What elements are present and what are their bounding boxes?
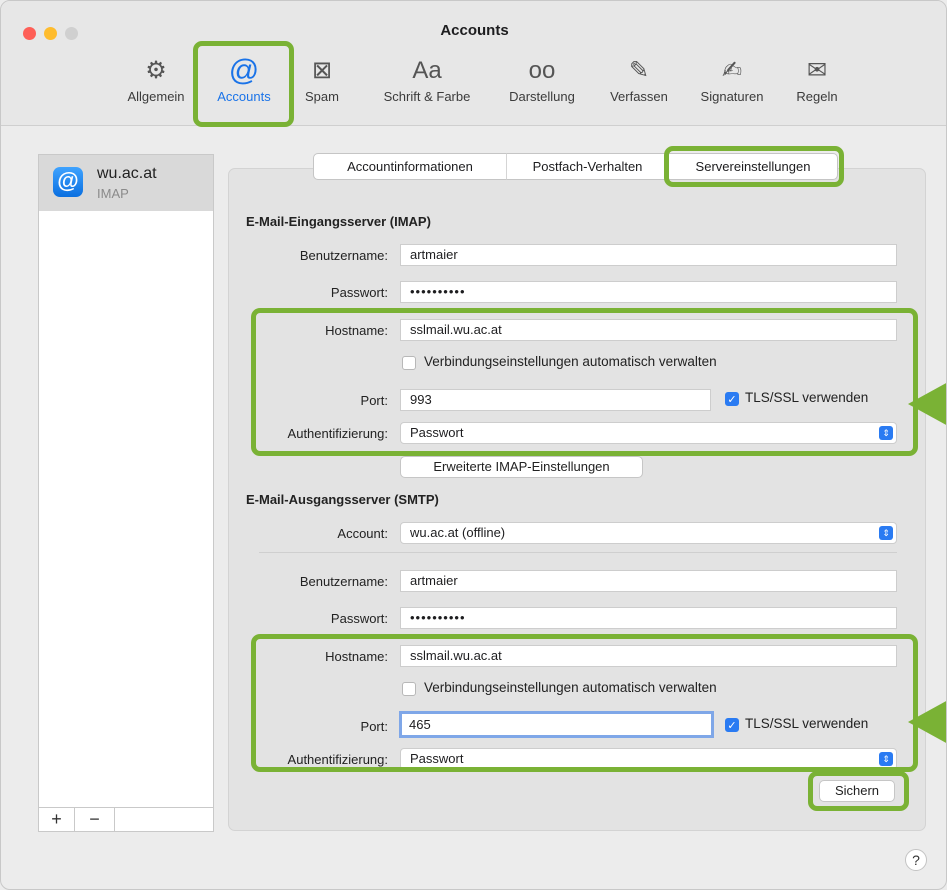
outgoing-auth-popup[interactable]: Passwort ⇕ [400,748,897,770]
incoming-auth-popup[interactable]: Passwort ⇕ [400,422,897,444]
title-toolbar: Accounts ⚙ Allgemein @ Accounts ⊠ Spam A… [1,1,946,126]
incoming-auto-manage-checkbox[interactable] [402,356,416,370]
signature-icon: ✍ [721,57,743,84]
incoming-hostname-label: Hostname: [325,323,388,338]
incoming-server-heading: E-Mail-Eingangsserver (IMAP) [246,214,431,229]
outgoing-auto-manage-label: Verbindungseinstellungen automatisch ver… [424,680,717,695]
outgoing-auth-value: Passwort [410,751,464,766]
toolbar-item-schrift-farbe[interactable]: Aa Schrift & Farbe [367,53,487,119]
remove-account-button[interactable]: − [75,808,115,832]
chevron-updown-icon: ⇕ [879,526,893,540]
toolbar-item-darstellung[interactable]: oo Darstellung [495,53,589,119]
toolbar-label: Allgemein [127,89,185,104]
outgoing-password-field[interactable]: •••••••••• [400,607,897,629]
toolbar-item-allgemein[interactable]: ⚙ Allgemein [116,53,196,119]
incoming-hostname-field[interactable]: sslmail.wu.ac.at [400,319,897,341]
toolbar-label: Regeln [796,89,838,104]
incoming-password-field[interactable]: •••••••••• [400,281,897,303]
outgoing-account-popup[interactable]: wu.ac.at (offline) ⇕ [400,522,897,544]
gear-icon: ⚙ [145,57,167,84]
compose-icon: ✎ [628,57,650,84]
tab-servereinstellungen[interactable]: Servereinstellungen [668,153,838,180]
incoming-port-label: Port: [360,393,388,408]
font-icon: Aa [412,57,442,84]
outgoing-auth-label: Authentifizierung: [287,752,388,767]
toolbar-item-accounts[interactable]: @ Accounts [202,53,286,119]
outgoing-hostname-field[interactable]: sslmail.wu.ac.at [400,645,897,667]
outgoing-port-field[interactable]: 465 [399,711,714,738]
outgoing-password-label: Passwort: [330,611,388,626]
divider [259,552,897,553]
save-button[interactable]: Sichern [819,780,895,802]
toolbar-label: Darstellung [509,89,575,104]
account-type: IMAP [97,186,129,201]
preferences-window: Accounts ⚙ Allgemein @ Accounts ⊠ Spam A… [0,0,947,890]
tab-postfach-verhalten[interactable]: Postfach-Verhalten [506,153,669,180]
arrow-pointer-icon [908,382,946,426]
incoming-username-field[interactable]: artmaier [400,244,897,266]
toolbar-label: Verfassen [610,89,668,104]
outgoing-hostname-label: Hostname: [325,649,388,664]
outgoing-server-heading: E-Mail-Ausgangsserver (SMTP) [246,492,439,507]
advanced-imap-settings-button[interactable]: Erweiterte IMAP-Einstellungen [400,456,643,478]
toolbar-item-verfassen[interactable]: ✎ Verfassen [599,53,679,119]
arrow-pointer-icon [908,700,946,744]
incoming-username-label: Benutzername: [299,248,388,263]
help-button[interactable]: ? [905,849,927,871]
account-name: wu.ac.at [97,165,157,182]
outgoing-account-label: Account: [337,526,388,541]
incoming-password-label: Passwort: [330,285,388,300]
account-list-footer: + − [39,807,213,832]
incoming-auth-label: Authentifizierung: [287,426,388,441]
outgoing-port-label: Port: [360,719,388,734]
toolbar-label: Signaturen [700,89,764,104]
account-list: @ wu.ac.at IMAP + − [38,154,214,832]
chevron-updown-icon: ⇕ [879,752,893,766]
outgoing-account-value: wu.ac.at (offline) [410,525,506,540]
toolbar-item-spam[interactable]: ⊠ Spam [297,53,347,119]
toolbar-label: Accounts [217,89,271,104]
toolbar-label: Spam [305,89,339,104]
tab-accountinformationen[interactable]: Accountinformationen [313,153,507,180]
outgoing-username-field[interactable]: artmaier [400,570,897,592]
outgoing-username-label: Benutzername: [299,574,388,589]
outgoing-tls-label: TLS/SSL verwenden [745,716,869,731]
account-list-item[interactable]: @ wu.ac.at IMAP [39,155,213,211]
account-at-icon: @ [53,167,83,197]
incoming-port-field[interactable]: 993 [400,389,711,411]
incoming-auth-value: Passwort [410,425,464,440]
toolbar-item-regeln[interactable]: ✉ Regeln [785,53,849,119]
incoming-auto-manage-label: Verbindungseinstellungen automatisch ver… [424,354,717,369]
junk-tray-icon: ⊠ [311,57,333,84]
add-account-button[interactable]: + [39,808,75,832]
rules-envelope-icon: ✉ [806,57,828,84]
toolbar-label: Schrift & Farbe [383,89,471,104]
at-sign-icon: @ [228,54,260,87]
incoming-tls-checkbox[interactable]: ✓ [725,392,739,406]
incoming-tls-label: TLS/SSL verwenden [745,390,869,405]
outgoing-tls-checkbox[interactable]: ✓ [725,718,739,732]
chevron-updown-icon: ⇕ [879,426,893,440]
window-title: Accounts [440,22,509,39]
outgoing-auto-manage-checkbox[interactable] [402,682,416,696]
glasses-icon: oo [528,57,556,84]
toolbar-item-signaturen[interactable]: ✍ Signaturen [685,53,779,119]
